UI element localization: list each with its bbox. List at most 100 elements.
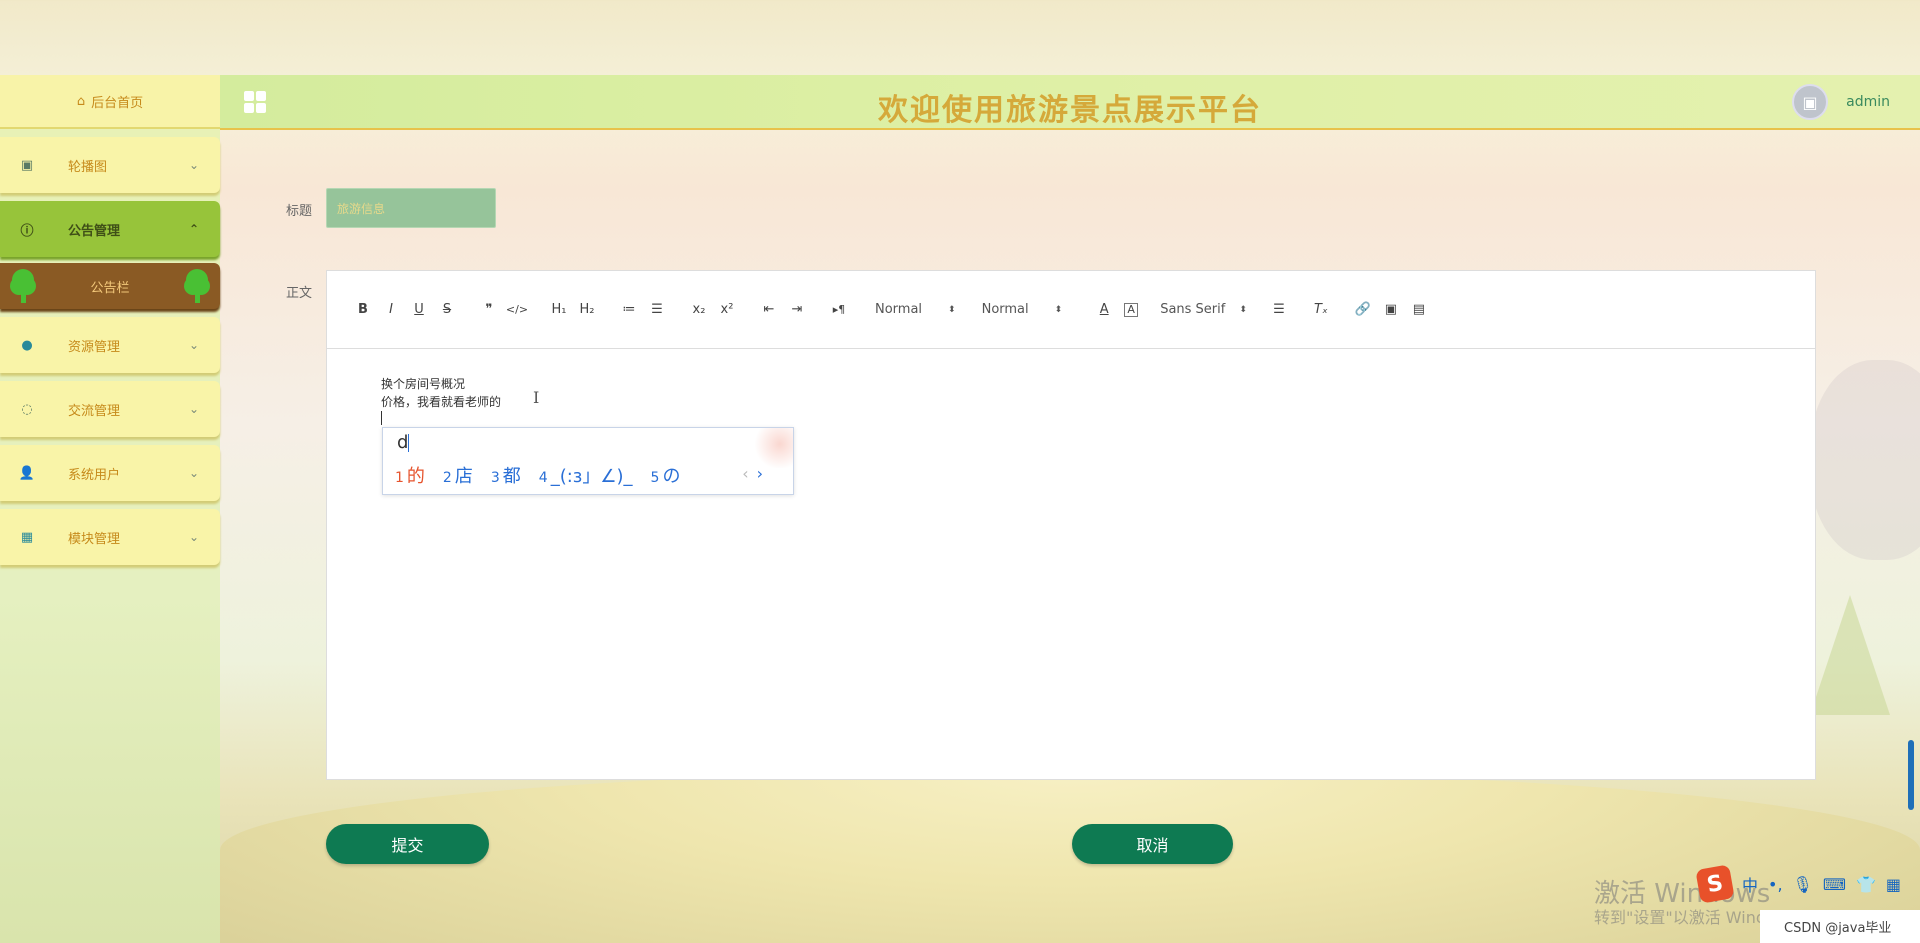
bullet-list-button[interactable]: ☰ [643,298,671,322]
sidebar-subitem-label: 公告栏 [90,280,130,296]
sidebar-subitem-bulletin[interactable]: 公告栏 [0,263,220,309]
ime-candidate[interactable]: 1的 [395,462,425,488]
ime-candidate[interactable]: 2店 [443,462,473,488]
sidebar-item-announcements[interactable]: ⓘ 公告管理 ⌃ [0,201,220,257]
font-select[interactable]: Sans Serif ⬍ [1156,298,1251,322]
select-arrows-icon: ⬍ [948,304,956,315]
video-icon[interactable]: ▤ [1405,298,1433,322]
sidebar-item-label: 交流管理 [68,403,121,419]
chevron-right-icon[interactable]: › [757,464,763,483]
editor-toolbar: B I U S ❞ </> H₁ H₂ ≔ ☰ x₂ x² ⇤ ⇥ ▸¶ Nor… [327,271,1815,349]
page-title: 欢迎使用旅游景点展示平台 [878,93,1262,128]
body-label: 正文 [286,286,313,301]
content-line: 换个房间号概况 [381,377,466,391]
sidebar-item-label: 系统用户 [68,467,121,483]
ime-toolbar: S 中 •, 🎙 ⌨ 👕 ▦ [1694,864,1920,904]
size-select[interactable]: Normal ⬍ [871,298,960,322]
avatar[interactable]: ▣ [1792,84,1828,120]
top-header: 欢迎使用旅游景点展示平台 ▣ admin [220,75,1920,130]
ime-logo-icon [749,428,793,468]
outdent-button[interactable]: ⇤ [755,298,783,322]
title-label: 标题 [286,204,313,219]
sidebar-home-label: 后台首页 [91,95,144,111]
chevron-left-icon[interactable]: ‹ [742,464,748,483]
ime-candidate[interactable]: 3都 [491,462,521,488]
background-color-icon[interactable]: A [1124,302,1139,317]
blockquote-button[interactable]: ❞ [475,298,503,322]
ordered-list-button[interactable]: ≔ [615,298,643,322]
header-select[interactable]: Normal ⬍ [978,298,1067,322]
ime-candidate-popup: d 1的 2店 3都 4 _(:з」∠)_ 5の ‹ › [382,427,794,495]
sidebar-item-label: 轮播图 [68,159,108,175]
header-select-value: Normal [981,302,1029,317]
content-line: 价格，我看就看老师的 [381,395,502,409]
chevron-down-icon: ⌄ [188,466,200,480]
chevron-down-icon: ⌄ [188,530,200,544]
text-direction-button[interactable]: ▸¶ [825,298,853,322]
superscript-button[interactable]: x² [713,298,741,322]
image-icon[interactable]: ▣ [1377,298,1405,322]
chat-bubble-icon: ◌ [21,401,33,417]
ime-candidate[interactable]: 5の [651,462,681,488]
select-arrows-icon: ⬍ [1054,304,1063,315]
ime-language-indicator[interactable]: 中 [1742,872,1758,896]
align-icon[interactable]: ☰ [1265,298,1293,322]
background-cloud [1810,360,1920,560]
chevron-down-icon: ⌄ [188,338,200,352]
heading-1-button[interactable]: H₁ [545,298,573,322]
sidebar-item-label: 模块管理 [68,531,121,547]
csdn-credit: CSDN @java毕业 [1760,910,1920,943]
background-tree [1810,595,1890,715]
code-block-button[interactable]: </> [503,298,531,322]
title-input[interactable] [326,188,496,228]
ime-candidates: 1的 2店 3都 4 _(:з」∠)_ 5の [395,462,698,488]
tree-icon [10,269,36,303]
text-cursor-icon: I [533,388,540,407]
info-circle-icon: ⓘ [20,223,34,239]
location-pin-icon: ● [21,337,33,353]
subscript-button[interactable]: x₂ [685,298,713,322]
bold-button[interactable]: B [349,298,377,322]
ime-candidate[interactable]: 4 _(:з」∠)_ [539,462,633,488]
image-icon: ▣ [20,157,34,173]
grid-icon: ▦ [20,529,34,545]
punctuation-icon[interactable]: •, [1768,875,1783,894]
toolbox-grid-icon[interactable]: ▦ [1886,875,1901,894]
sidebar-item-system-users[interactable]: 👤 系统用户 ⌄ [0,445,220,501]
link-icon[interactable]: 🔗 [1349,298,1377,322]
indent-button[interactable]: ⇥ [783,298,811,322]
strikethrough-button[interactable]: S [433,298,461,322]
chevron-down-icon: ⌄ [188,158,200,172]
sidebar-item-resources[interactable]: ● 资源管理 ⌄ [0,317,220,373]
submit-button[interactable]: 提交 [326,824,489,864]
text-color-icon[interactable]: A [1090,298,1118,322]
sogou-logo-icon[interactable]: S [1695,864,1735,904]
ime-composition-text: d [397,432,409,453]
microphone-icon[interactable]: 🎙 [1793,875,1813,894]
heading-2-button[interactable]: H₂ [573,298,601,322]
sidebar-item-communication[interactable]: ◌ 交流管理 ⌄ [0,381,220,437]
tree-icon [184,269,210,303]
font-select-value: Sans Serif [1160,302,1226,317]
chevron-up-icon: ⌃ [188,222,200,236]
sidebar-home-link[interactable]: ⌂ 后台首页 [0,75,220,129]
sidebar-item-carousel[interactable]: ▣ 轮播图 ⌄ [0,137,220,193]
image-placeholder-icon: ▣ [1802,92,1818,112]
user-icon: 👤 [18,465,36,481]
select-arrows-icon: ⬍ [1239,304,1247,315]
keyboard-icon[interactable]: ⌨ [1823,875,1846,894]
username[interactable]: admin [1846,94,1890,110]
underline-button[interactable]: U [405,298,433,322]
skin-shirt-icon[interactable]: 👕 [1856,875,1876,894]
sidebar: ⌂ 后台首页 ▣ 轮播图 ⌄ ⓘ 公告管理 ⌃ 公告栏 ● 资源管理 ⌄ ◌ 交… [0,75,220,943]
size-select-value: Normal [875,302,923,317]
home-icon: ⌂ [76,93,86,109]
cancel-button[interactable]: 取消 [1072,824,1233,864]
vertical-scrollbar[interactable] [1908,740,1914,810]
sidebar-item-modules[interactable]: ▦ 模块管理 ⌄ [0,509,220,565]
clear-format-icon[interactable]: Tₓ [1307,298,1335,322]
ime-composition: d [397,432,410,453]
ime-page-nav: ‹ › [742,464,763,483]
italic-button[interactable]: I [377,298,405,322]
chevron-down-icon: ⌄ [188,402,200,416]
